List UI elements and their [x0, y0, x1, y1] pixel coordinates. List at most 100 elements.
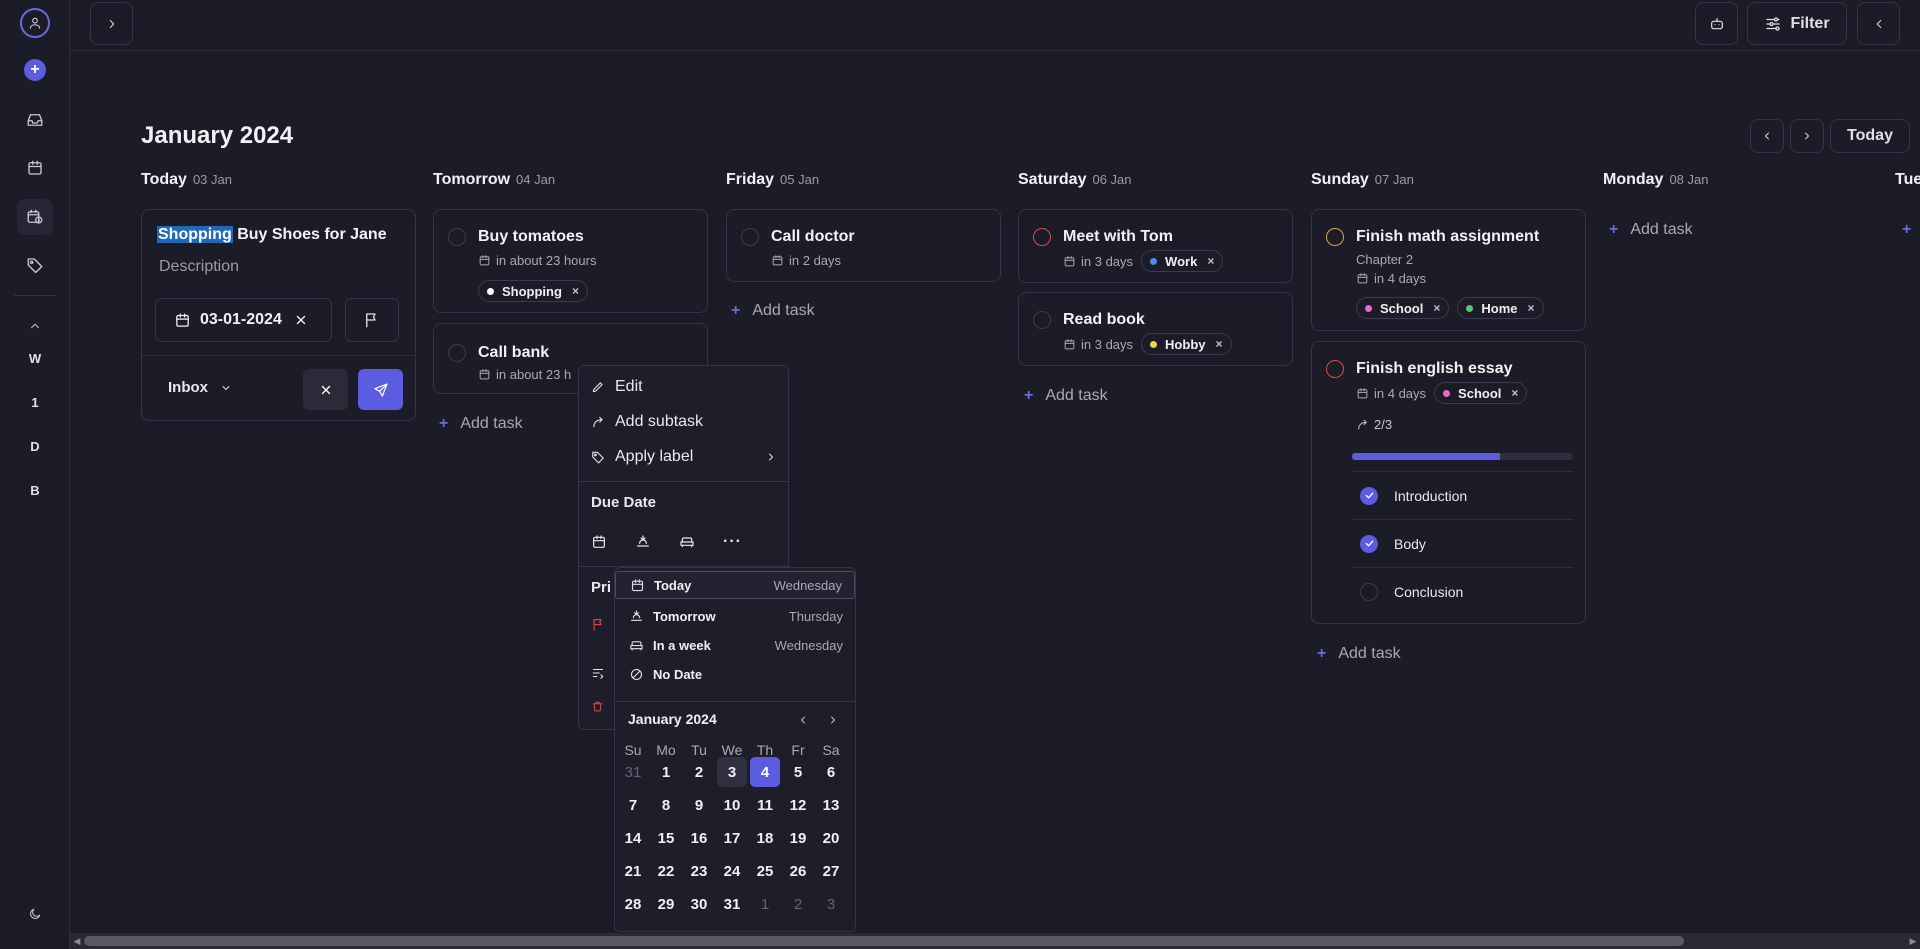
project-select[interactable]: Inbox [168, 379, 232, 396]
remove-tag-icon[interactable]: × [572, 284, 579, 298]
sunrise-tomorrow-icon[interactable] [635, 534, 651, 550]
picker-prev-month-chevron-left-icon[interactable] [797, 714, 809, 726]
task-checkbox[interactable] [1033, 228, 1051, 246]
calendar-day[interactable]: 3 [816, 889, 846, 919]
calendar-day[interactable]: 1 [651, 757, 681, 787]
calendar-icon[interactable] [17, 150, 53, 186]
scroll-left-arrow-icon[interactable]: ◀ [70, 933, 84, 949]
collapse-panel-button[interactable] [1857, 2, 1900, 45]
calendar-day[interactable]: 31 [717, 889, 747, 919]
tag-icon[interactable] [17, 247, 53, 283]
add-task-monday[interactable]: + Add task [1609, 221, 1693, 239]
calendar-day[interactable]: 17 [717, 823, 747, 853]
date-option-tomorrow[interactable]: Tomorrow Thursday [615, 602, 855, 630]
subtask-checkbox-checked[interactable] [1360, 486, 1378, 505]
task-checkbox[interactable] [448, 228, 466, 246]
calendar-day[interactable]: 29 [651, 889, 681, 919]
task-checkbox[interactable] [448, 344, 466, 362]
description-input[interactable]: Description [159, 258, 239, 276]
subtask-row[interactable]: Introduction [1352, 471, 1573, 519]
add-task-sunday[interactable]: + Add task [1317, 645, 1401, 663]
menu-item-edit[interactable]: Edit [591, 378, 643, 396]
expand-sidebar-button[interactable] [90, 2, 133, 45]
remove-tag-icon[interactable]: × [1216, 337, 1223, 351]
calendar-day[interactable]: 11 [750, 790, 780, 820]
subtask-row[interactable]: Conclusion [1352, 567, 1573, 615]
tag-school[interactable]: School × [1434, 382, 1528, 404]
add-task-plus-icon[interactable]: + [24, 59, 46, 81]
remove-tag-icon[interactable]: × [1433, 301, 1440, 315]
delete-trash-icon[interactable] [591, 700, 604, 713]
task-title-input[interactable]: Shopping Buy Shoes for Jane [157, 226, 387, 244]
tag-home[interactable]: Home × [1457, 297, 1544, 319]
tag-work[interactable]: Work × [1141, 250, 1224, 272]
subtask-row[interactable]: Body [1352, 519, 1573, 567]
inbox-icon[interactable] [17, 102, 53, 138]
task-checkbox[interactable] [1326, 360, 1344, 378]
calendar-day[interactable]: 16 [684, 823, 714, 853]
calendar-day[interactable]: 18 [750, 823, 780, 853]
task-card-meet-with-tom[interactable]: Meet with Tom in 3 days Work × [1018, 209, 1293, 283]
task-card-read-book[interactable]: Read book in 3 days Hobby × [1018, 292, 1293, 366]
task-card-finish-english-essay[interactable]: Finish english essay in 4 days School × 2… [1311, 341, 1586, 624]
calendar-day[interactable]: 3 [717, 757, 747, 787]
upcoming-calendar-clock-icon[interactable] [17, 199, 53, 235]
date-option-no-date[interactable]: No Date [615, 660, 855, 688]
due-date-field[interactable]: 03-01-2024 [155, 298, 332, 342]
calendar-day[interactable]: 25 [750, 856, 780, 886]
tag-shopping[interactable]: Shopping × [478, 280, 588, 302]
calendar-today-icon[interactable] [591, 534, 607, 550]
project-1[interactable]: 1 [23, 390, 47, 414]
calendar-day[interactable]: 21 [618, 856, 648, 886]
calendar-day[interactable]: 4 [750, 757, 780, 787]
task-checkbox[interactable] [1033, 311, 1051, 329]
picker-next-month-chevron-right-icon[interactable] [827, 714, 839, 726]
task-checkbox[interactable] [1326, 228, 1344, 246]
calendar-day[interactable]: 2 [684, 757, 714, 787]
task-checkbox[interactable] [741, 228, 759, 246]
task-card-buy-tomatoes[interactable]: Buy tomatoes in about 23 hours Shopping × [433, 209, 708, 313]
date-option-in-a-week[interactable]: In a week Wednesday [615, 631, 855, 659]
calendar-day[interactable]: 26 [783, 856, 813, 886]
calendar-day[interactable]: 14 [618, 823, 648, 853]
next-week-button[interactable] [1790, 119, 1824, 153]
date-option-today[interactable]: Today Wednesday [615, 571, 855, 599]
submit-button[interactable] [358, 369, 403, 410]
collapse-chevron-up-icon[interactable] [17, 308, 53, 344]
calendar-day[interactable]: 28 [618, 889, 648, 919]
calendar-day[interactable]: 13 [816, 790, 846, 820]
calendar-day[interactable]: 30 [684, 889, 714, 919]
remove-tag-icon[interactable]: × [1527, 301, 1534, 315]
subtask-counter[interactable]: 2/3 [1356, 417, 1392, 432]
scrollbar-thumb[interactable] [84, 936, 1684, 946]
task-card-finish-math-assignment[interactable]: Finish math assignment Chapter 2 in 4 da… [1311, 209, 1586, 331]
tag-hobby[interactable]: Hobby × [1141, 333, 1232, 355]
add-task-tuesday[interactable]: + [1902, 221, 1920, 239]
ai-assistant-button[interactable] [1695, 2, 1738, 45]
priority-flag-high-icon[interactable] [591, 617, 606, 632]
subtask-checkbox[interactable] [1360, 582, 1378, 601]
filter-button[interactable]: Filter [1747, 2, 1847, 45]
prev-week-button[interactable] [1750, 119, 1784, 153]
calendar-day[interactable]: 20 [816, 823, 846, 853]
calendar-day[interactable]: 12 [783, 790, 813, 820]
menu-item-add-subtask[interactable]: Add subtask [591, 413, 703, 431]
calendar-day[interactable]: 22 [651, 856, 681, 886]
menu-item-apply-label[interactable]: Apply label [591, 448, 777, 466]
calendar-day[interactable]: 24 [717, 856, 747, 886]
calendar-day[interactable]: 2 [783, 889, 813, 919]
calendar-day[interactable]: 8 [651, 790, 681, 820]
user-avatar[interactable] [20, 8, 50, 38]
calendar-day[interactable]: 27 [816, 856, 846, 886]
priority-button[interactable] [345, 298, 399, 342]
calendar-day[interactable]: 31 [618, 757, 648, 787]
today-button[interactable]: Today [1830, 119, 1910, 153]
sofa-next-week-icon[interactable] [679, 534, 695, 550]
menu-item-move-icon[interactable] [591, 666, 605, 680]
more-options-icon[interactable]: ··· [723, 533, 742, 551]
add-task-tomorrow[interactable]: + Add task [439, 415, 523, 433]
calendar-day[interactable]: 15 [651, 823, 681, 853]
calendar-day[interactable]: 5 [783, 757, 813, 787]
scroll-right-arrow-icon[interactable]: ▶ [1906, 933, 1920, 949]
calendar-day[interactable]: 9 [684, 790, 714, 820]
